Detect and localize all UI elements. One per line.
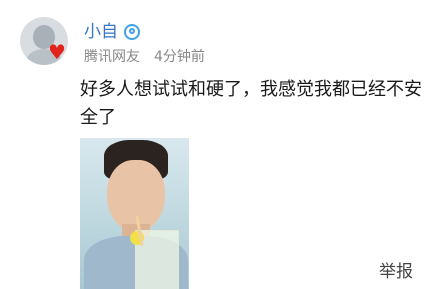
selfie-photo[interactable] (80, 138, 189, 289)
post-meta: 腾讯网友 4分钟前 (84, 48, 205, 66)
report-button[interactable]: 举报 (379, 262, 413, 282)
post-source: 腾讯网友 (84, 49, 140, 65)
heart-icon: ♥ (48, 40, 66, 64)
verified-badge-icon (124, 24, 140, 40)
post-content: 好多人想试试和硬了，我感觉我都已经不安全了 (80, 79, 422, 128)
post-time: 4分钟前 (154, 49, 205, 65)
username[interactable]: 小自 (84, 22, 118, 42)
